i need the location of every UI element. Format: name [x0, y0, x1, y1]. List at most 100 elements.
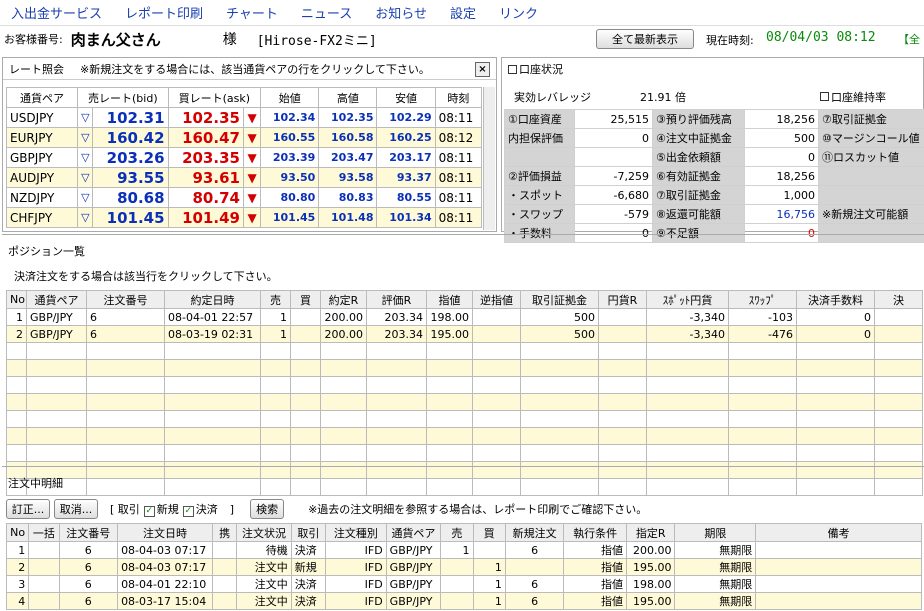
order-cell: 200.00 [625, 541, 676, 559]
orders-note: ※過去の注文明細を参照する場合は、レポート印刷でご確認下さい。 [308, 503, 648, 516]
account-cell: ⑪ロスカット値 [818, 147, 924, 167]
position-row[interactable] [6, 410, 923, 428]
order-column-header: 注文番号 [58, 523, 119, 542]
order-cell: 195.00 [625, 558, 676, 576]
account-cell: 16,756 [744, 204, 819, 224]
filter-settle-label: 決済 [195, 503, 218, 516]
order-column-header: 指定R [625, 523, 676, 542]
position-cell [366, 393, 427, 411]
refresh-all-button[interactable]: 全て最新表示 [596, 29, 694, 49]
order-cell: 決済 [290, 541, 327, 559]
position-cell [472, 308, 521, 326]
rate-cell: 102.29 [376, 107, 436, 128]
position-cell [366, 444, 427, 462]
leverage-label: 実効レバレッジ [514, 91, 591, 104]
position-cell [86, 427, 165, 445]
position-row[interactable] [6, 342, 923, 360]
position-cell [472, 410, 521, 428]
position-row[interactable] [6, 444, 923, 462]
rate-cell: 102.34 [260, 107, 320, 128]
position-column-header: 約定日時 [164, 290, 261, 309]
account-cell: ⑥有効証拠金 [652, 166, 745, 186]
filter-settle[interactable]: ✓ 決済 [182, 501, 218, 517]
rate-cell: 08:11 [434, 187, 483, 208]
cancel-order-button[interactable]: 取消... [54, 499, 98, 519]
buy-arrow-icon: ▼ [242, 107, 262, 128]
rate-row[interactable]: NZDJPY ▽ 80.68 80.74 ▼ 80.80 80.83 80.55 08:11 [5, 187, 483, 208]
position-cell [426, 342, 473, 360]
rate-row[interactable]: EURJPY ▽ 160.42 160.47 ▼ 160.55 160.58 160.25 08… [5, 127, 483, 148]
rate-column-header: 売レート(bid) [77, 87, 169, 108]
rate-row[interactable]: AUDJPY ▽ 93.55 93.61 ▼ 93.50 93.58 93.37 08:11 [5, 167, 483, 188]
position-row[interactable]: 1 GBP/JPY 6 08-04-01 22:57 1 200.00 203.34 198.… [6, 308, 923, 326]
menu-item[interactable]: レポート印刷 [125, 3, 203, 22]
order-cell: 決済 [290, 592, 327, 610]
position-cell: 500 [520, 308, 599, 326]
rate-cell: 101.34 [376, 207, 436, 228]
position-column-header: No [6, 290, 27, 309]
buy-arrow-icon: ▼ [242, 127, 262, 148]
account-cell: ④注文中証拠金 [652, 128, 745, 148]
position-cell: 0 [796, 325, 875, 343]
position-cell [290, 410, 321, 428]
order-cell: 1 [440, 541, 474, 559]
position-column-header: 評価R [366, 290, 427, 309]
position-cell [26, 444, 87, 462]
position-row[interactable] [6, 359, 923, 377]
rate-row[interactable]: USDJPY ▽ 102.31 102.35 ▼ 102.34 102.35 102.29 08… [5, 107, 483, 128]
position-row[interactable] [6, 376, 923, 394]
close-icon[interactable]: × [475, 62, 490, 77]
rate-cell: 101.48 [318, 207, 378, 228]
menu-item[interactable]: お知らせ [375, 3, 427, 22]
time-label: 現在時刻: [706, 34, 754, 47]
order-cell: 指値 [563, 592, 627, 610]
rate-row[interactable]: CHFJPY ▽ 101.45 101.49 ▼ 101.45 101.48 101.34 08… [5, 207, 483, 228]
position-column-header: 決 [874, 290, 923, 309]
order-cell: 1 [5, 541, 30, 559]
position-row[interactable] [6, 393, 923, 411]
menu-item[interactable]: リンク [499, 3, 538, 22]
order-column-header: 買 [472, 523, 506, 542]
order-row[interactable]: 3 6 08-04-01 22:10 注文中 決済 IFD GBP/JPY 1 6 指値 198.0… [5, 575, 922, 593]
order-row[interactable]: 1 6 08-04-03 07:17 待機 決済 IFD GBP/JPY 1 6 指値 200.00… [5, 541, 922, 559]
position-column-header: 円貨R [598, 290, 647, 309]
menu-item[interactable]: ニュース [301, 3, 352, 22]
filter-new[interactable]: ✓ 新規 [143, 501, 179, 517]
search-button[interactable]: 検索 [250, 499, 285, 519]
order-column-header: No [5, 523, 30, 542]
rate-row[interactable]: GBPJPY ▽ 203.26 203.35 ▼ 203.39 203.47 203.17 08… [5, 147, 483, 168]
position-cell [874, 393, 923, 411]
order-row[interactable]: 4 6 08-03-17 15:04 注文中 決済 IFD GBP/JPY 1 6 指値 195.0… [5, 592, 922, 610]
checkbox-icon [508, 64, 517, 74]
order-row[interactable]: 2 6 08-04-03 07:17 注文中 新規 IFD GBP/JPY 1 指値 195.00… [5, 558, 922, 576]
position-cell [646, 410, 729, 428]
rate-scrollbar[interactable] [483, 87, 495, 230]
rate-cell: 80.68 [92, 187, 169, 208]
order-cell: 1 [472, 575, 506, 593]
position-cell [520, 444, 599, 462]
position-cell: 198.00 [426, 308, 473, 326]
position-row[interactable]: 2 GBP/JPY 6 08-03-19 02:31 1 200.00 203.34 195.… [6, 325, 923, 343]
order-cell [755, 592, 922, 610]
rate-cell: 203.39 [260, 147, 320, 168]
menu-item[interactable]: チャート [226, 3, 278, 22]
rate-cell: EURJPY [5, 127, 79, 148]
menu-item[interactable]: 入出金サービス [11, 3, 102, 22]
position-row[interactable] [6, 427, 923, 445]
position-cell [472, 376, 521, 394]
account-table: ①口座資産 25,515 ③預り評価残高 18,256 ⑦取引証拠金 内担保評価 0 ④注文中… [504, 109, 924, 243]
order-cell [211, 592, 238, 610]
position-cell: GBP/JPY [26, 308, 87, 326]
rate-cell: NZDJPY [5, 187, 79, 208]
account-panel: 口座状況 実効レバレッジ 21.91 倍 口座維持率 ①口座資産 25,515 ③預… [501, 57, 924, 243]
position-cell [86, 359, 165, 377]
rate-cell: 101.45 [260, 207, 320, 228]
edit-order-button[interactable]: 訂正... [6, 499, 50, 519]
order-cell: 待機 [236, 541, 292, 559]
position-cell [260, 410, 291, 428]
position-cell [728, 376, 797, 394]
menu-item[interactable]: 設定 [450, 3, 476, 22]
rate-cell: 93.37 [376, 167, 436, 188]
order-cell [755, 575, 922, 593]
rate-cell: 160.25 [376, 127, 436, 148]
